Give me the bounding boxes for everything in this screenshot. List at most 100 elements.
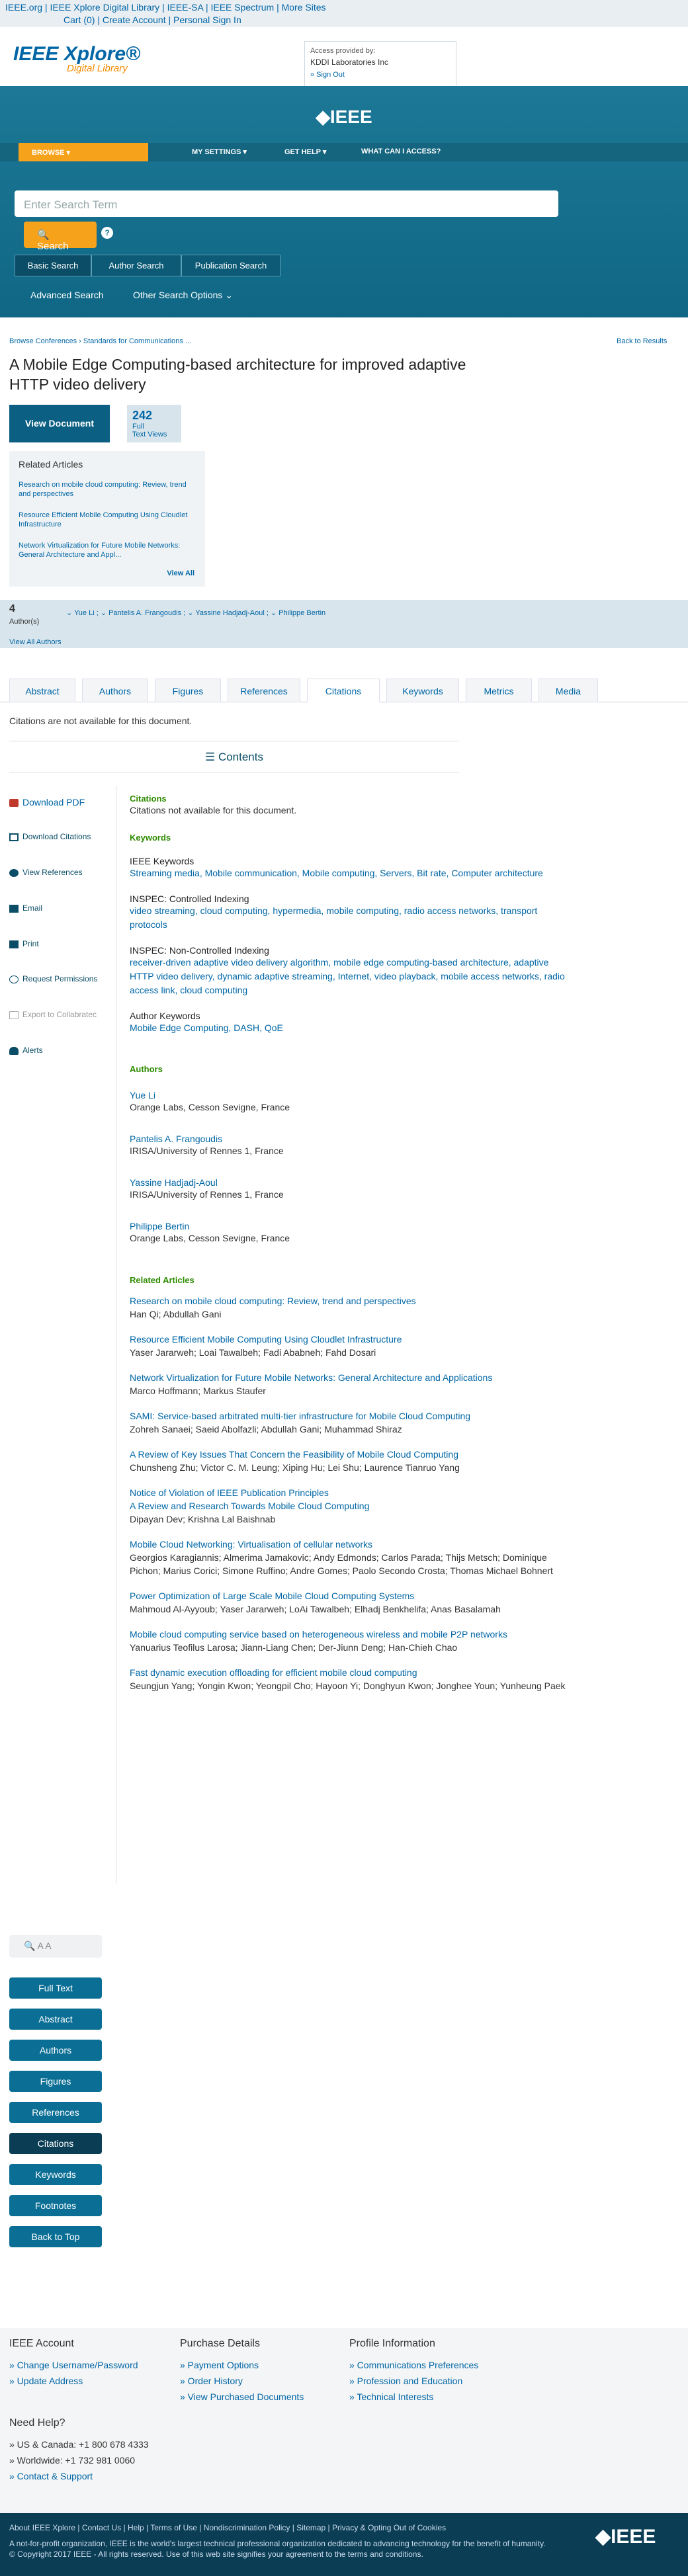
tab-metrics[interactable]: Metrics	[466, 679, 532, 702]
jump-abstract-button[interactable]: Abstract	[9, 2009, 102, 2030]
breadcrumb[interactable]: Browse Conferences › Standards for Commu…	[9, 337, 191, 345]
jump-authors-button[interactable]: Authors	[9, 2040, 102, 2061]
alerts-link[interactable]: Alerts	[9, 1046, 43, 1055]
tab-keywords[interactable]: Keywords	[386, 679, 459, 702]
related-article-title[interactable]: Resource Efficient Mobile Computing Usin…	[130, 1333, 566, 1346]
ieee-logo[interactable]: ◆IEEE	[0, 106, 688, 128]
related-article-title[interactable]: Mobile cloud computing service based on …	[130, 1628, 566, 1641]
related-article-title[interactable]: Research on mobile cloud computing: Revi…	[130, 1294, 566, 1308]
download-citations-link[interactable]: Download Citations	[9, 832, 91, 841]
xplore-logo[interactable]: IEEE Xplore®	[13, 43, 140, 65]
contents-toggle[interactable]: ☰ Contents	[9, 741, 459, 772]
related-view-all-link[interactable]: View All	[167, 569, 194, 577]
related-article-title[interactable]: A Review of Key Issues That Concern the …	[130, 1448, 566, 1461]
author-affiliation: Orange Labs, Cesson Sevigne, France	[130, 1102, 290, 1112]
view-all-authors-link[interactable]: View All Authors	[9, 638, 62, 646]
jump-references-button[interactable]: References	[9, 2102, 102, 2123]
back-to-top-button[interactable]: Back to Top	[9, 2226, 102, 2247]
jump-footnotes-button[interactable]: Footnotes	[9, 2195, 102, 2216]
tab-basic-search[interactable]: Basic Search	[15, 255, 91, 276]
related-article-title[interactable]: Power Optimization of Large Scale Mobile…	[130, 1589, 566, 1602]
footer-links-area	[0, 2328, 688, 2513]
footer-nav-links[interactable]: About IEEE Xplore | Contact Us | Help | …	[9, 2523, 446, 2532]
related-article-title[interactable]: Mobile Cloud Networking: Virtualisation …	[130, 1538, 566, 1551]
alerts-label: Alerts	[22, 1046, 43, 1055]
profile-information-heading: Profile Information	[349, 2338, 435, 2349]
tab-figures[interactable]: Figures	[155, 679, 221, 702]
related-articles-list: Research on mobile cloud computing: Revi…	[130, 1294, 566, 1692]
sign-out-link[interactable]: » Sign Out	[310, 71, 451, 79]
related-article-title[interactable]: Network Virtualization for Future Mobile…	[130, 1371, 566, 1384]
author-list[interactable]: ⌄ Yue Li ; ⌄ Pantelis A. Frangoudis ; ⌄ …	[66, 608, 325, 617]
order-history-link[interactable]: » Order History	[180, 2376, 243, 2386]
get-help-menu[interactable]: GET HELP ▾	[284, 147, 326, 156]
browse-menu[interactable]: BROWSE ▾	[19, 143, 148, 161]
inspec-noncontrolled-heading: INSPEC: Non-Controlled Indexing	[130, 945, 269, 956]
view-document-button[interactable]: View Document	[9, 405, 110, 442]
related-item[interactable]: Network Virtualization for Future Mobile…	[19, 541, 196, 560]
what-can-i-access-link[interactable]: WHAT CAN I ACCESS?	[361, 147, 441, 155]
tab-references[interactable]: References	[228, 679, 300, 702]
author-entry: Yassine Hadjadj-Aoul IRISA/University of…	[130, 1177, 566, 1201]
search-and-font-size-icons[interactable]: 🔍 A A	[9, 1935, 102, 1957]
tab-publication-search[interactable]: Publication Search	[181, 255, 280, 276]
related-article-authors: Han Qi; Abdullah Gani	[130, 1309, 222, 1319]
profession-education-link[interactable]: » Profession and Education	[349, 2376, 462, 2386]
download-pdf-link[interactable]: Download PDF	[9, 797, 85, 808]
related-item[interactable]: Resource Efficient Mobile Computing Usin…	[19, 511, 196, 529]
my-settings-menu[interactable]: MY SETTINGS ▾	[192, 147, 247, 156]
author-name[interactable]: Philippe Bertin	[130, 1221, 566, 1231]
inspec-controlled-keywords[interactable]: video streaming, cloud computing, hyperm…	[130, 904, 566, 932]
advanced-search-link[interactable]: Advanced Search	[30, 290, 104, 300]
other-search-options[interactable]: Other Search Options ⌄	[133, 290, 233, 301]
email-link[interactable]: Email	[9, 903, 42, 913]
inspec-noncontrolled-keywords[interactable]: receiver-driven adaptive video delivery …	[130, 956, 566, 997]
communications-preferences-link[interactable]: » Communications Preferences	[349, 2360, 478, 2370]
tab-authors[interactable]: Authors	[82, 679, 148, 702]
related-article-title[interactable]: SAMI: Service-based arbitrated multi-tie…	[130, 1409, 566, 1423]
account-links[interactable]: Cart (0) | Create Account | Personal Sig…	[64, 15, 241, 25]
tab-citations[interactable]: Citations	[307, 679, 380, 702]
access-box: Access provided by: KDDI Laboratories In…	[304, 41, 456, 87]
tab-media[interactable]: Media	[538, 679, 598, 702]
top-bar: IEEE.org | IEEE Xplore Digital Library |…	[0, 0, 688, 26]
author-name[interactable]: Yassine Hadjadj-Aoul	[130, 1177, 566, 1188]
jump-citations-button[interactable]: Citations	[9, 2133, 102, 2154]
related-article-title[interactable]: Notice of Violation of IEEE Publication …	[130, 1486, 566, 1513]
technical-interests-link[interactable]: » Technical Interests	[349, 2391, 433, 2402]
back-to-results-link[interactable]: Back to Results	[617, 337, 667, 345]
print-link[interactable]: Print	[9, 939, 39, 948]
purchased-documents-link[interactable]: » View Purchased Documents	[180, 2391, 304, 2402]
export-collabratec-link[interactable]: Export to Collabratec	[9, 1010, 97, 1019]
view-references-link[interactable]: View References	[9, 868, 83, 877]
related-article-title[interactable]: Fast dynamic execution offloading for ef…	[130, 1666, 566, 1679]
jump-keywords-button[interactable]: Keywords	[9, 2164, 102, 2185]
change-username-link[interactable]: » Change Username/Password	[9, 2360, 138, 2370]
related-article: Fast dynamic execution offloading for ef…	[130, 1666, 566, 1692]
related-article-authors: Chunsheng Zhu; Victor C. M. Leung; Xipin…	[130, 1462, 460, 1473]
author-keywords[interactable]: Mobile Edge Computing, DASH, QoE	[130, 1021, 566, 1035]
request-permissions-link[interactable]: Request Permissions	[9, 974, 97, 983]
update-address-link[interactable]: » Update Address	[9, 2376, 83, 2386]
search-input[interactable]: Enter Search Term	[15, 190, 558, 217]
brand-header: IEEE Xplore® Digital Library Access prov…	[0, 26, 688, 87]
related-article-authors: Georgios Karagiannis; Almerima Jamakovic…	[130, 1552, 553, 1576]
jump-figures-button[interactable]: Figures	[9, 2071, 102, 2092]
help-icon[interactable]: ?	[101, 227, 113, 239]
author-entry: Yue Li Orange Labs, Cesson Sevigne, Fran…	[130, 1090, 566, 1114]
tab-abstract[interactable]: Abstract	[9, 679, 75, 702]
top-links[interactable]: IEEE.org | IEEE Xplore Digital Library |…	[5, 2, 326, 13]
jump-full-text-button[interactable]: Full Text	[9, 1977, 102, 1999]
author-name[interactable]: Pantelis A. Frangoudis	[130, 1134, 566, 1144]
author-affiliation: IRISA/University of Rennes 1, France	[130, 1189, 284, 1200]
ieee-footer-logo[interactable]: ◆IEEE	[595, 2525, 656, 2548]
payment-options-link[interactable]: » Payment Options	[180, 2360, 259, 2370]
contact-support-link[interactable]: » Contact & Support	[9, 2471, 93, 2481]
related-item[interactable]: Research on mobile cloud computing: Revi…	[19, 480, 196, 499]
ieee-keywords[interactable]: Streaming media, Mobile communication, M…	[130, 866, 566, 880]
search-button[interactable]: 🔍 Search	[24, 222, 97, 252]
author-name[interactable]: Yue Li	[130, 1090, 566, 1101]
tab-author-search[interactable]: Author Search	[91, 255, 181, 276]
pdf-icon	[9, 799, 19, 808]
text-tools: 🔍 A A	[9, 1935, 102, 1958]
